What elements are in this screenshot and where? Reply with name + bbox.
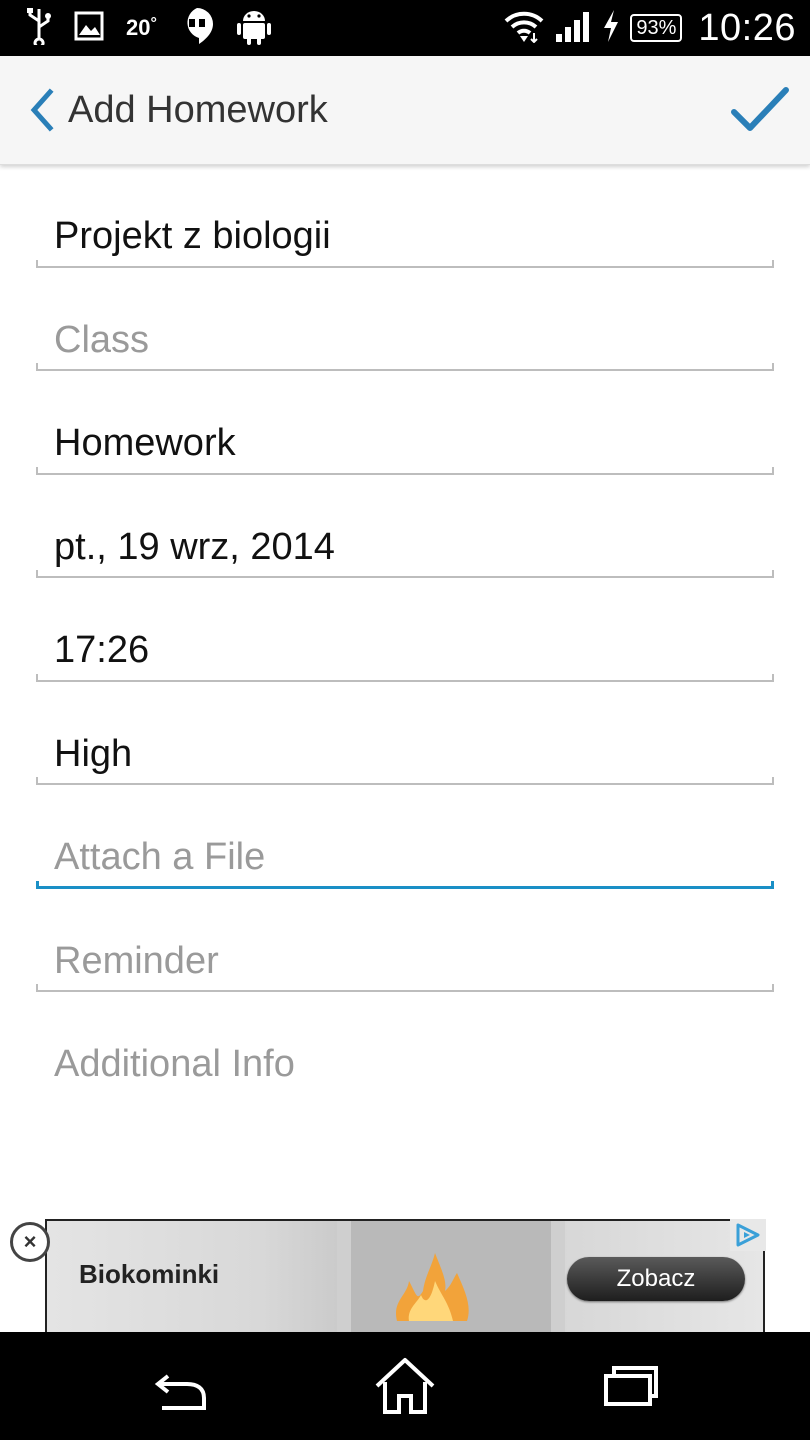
wifi-icon <box>504 9 544 48</box>
homework-form: Projekt z biologii Class Homework pt., 1… <box>36 164 774 1096</box>
date-field[interactable]: pt., 19 wrz, 2014 <box>36 475 774 578</box>
temperature-value: 20 <box>126 15 151 40</box>
ad-cta-button[interactable]: Zobacz <box>567 1257 745 1301</box>
home-icon <box>375 1358 435 1414</box>
battery-icon: 93% <box>630 14 683 42</box>
fire-icon <box>395 1253 469 1321</box>
date-field-value: pt., 19 wrz, 2014 <box>54 525 335 568</box>
chevron-left-icon <box>30 88 54 132</box>
ad-choices-icon[interactable] <box>730 1219 766 1251</box>
battery-level: 93% <box>636 17 677 39</box>
action-bar: Add Homework <box>0 56 810 165</box>
clock: 10:26 <box>698 6 796 49</box>
nav-recent-apps-button[interactable] <box>590 1356 670 1416</box>
charging-icon <box>602 9 620 47</box>
status-bar-system: 93% 10:26 <box>504 6 796 49</box>
usb-icon <box>26 7 52 50</box>
nav-back-button[interactable] <box>142 1356 222 1416</box>
back-icon <box>154 1374 206 1410</box>
checkmark-icon <box>731 87 789 131</box>
priority-field[interactable]: High <box>36 682 774 785</box>
status-bar: 20° 93% 10:26 <box>0 0 810 56</box>
degree-symbol: ° <box>150 15 157 32</box>
class-field-placeholder: Class <box>54 318 150 361</box>
navigation-bar <box>0 1332 810 1440</box>
additional-info-field[interactable]: Additional Info <box>36 992 774 1096</box>
attach-file-field[interactable]: Attach a File <box>36 785 774 889</box>
ad-banner[interactable]: Biokominki Zobacz <box>45 1219 765 1332</box>
hangouts-icon <box>179 6 215 51</box>
time-field-value: 17:26 <box>54 629 150 671</box>
type-field[interactable]: Homework <box>36 371 774 475</box>
attach-file-placeholder: Attach a File <box>54 836 266 878</box>
temperature-indicator: 20° <box>126 15 157 41</box>
ad-close-button[interactable]: × <box>10 1222 50 1262</box>
priority-field-value: High <box>54 732 133 775</box>
image-icon <box>74 11 104 46</box>
ad-title: Biokominki <box>79 1259 220 1289</box>
save-button[interactable] <box>730 82 790 138</box>
reminder-field[interactable]: Reminder <box>36 889 774 992</box>
title-field-value: Projekt z biologii <box>54 215 331 257</box>
status-bar-notifications: 20° <box>26 6 271 51</box>
class-field[interactable]: Class <box>36 268 774 371</box>
type-field-value: Homework <box>54 422 236 464</box>
recent-apps-icon <box>604 1366 658 1406</box>
page-title: Add Homework <box>68 89 328 131</box>
android-icon <box>236 7 271 50</box>
signal-icon <box>554 10 592 47</box>
time-field[interactable]: 17:26 <box>36 578 774 682</box>
back-button[interactable] <box>22 86 62 134</box>
title-field[interactable]: Projekt z biologii <box>36 164 774 268</box>
reminder-field-placeholder: Reminder <box>54 939 219 982</box>
additional-info-placeholder: Additional Info <box>54 1043 295 1085</box>
nav-home-button[interactable] <box>365 1356 445 1416</box>
